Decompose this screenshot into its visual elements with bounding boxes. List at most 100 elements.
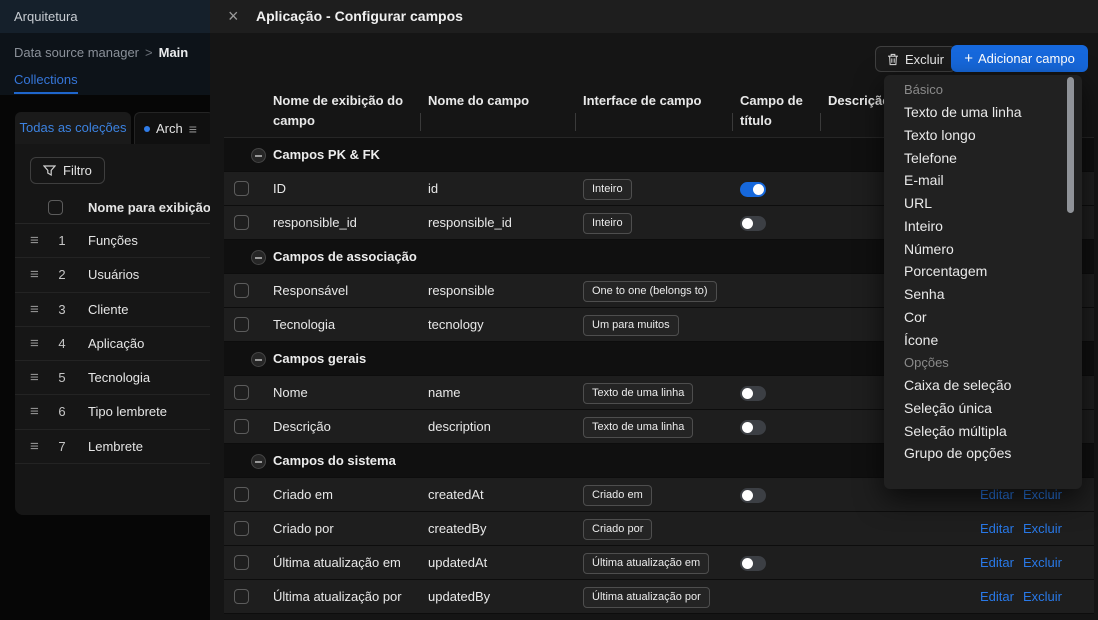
edit-link[interactable]: Editar: [980, 589, 1014, 604]
dropdown-scrollbar[interactable]: [1067, 77, 1074, 213]
dropdown-item[interactable]: Senha: [884, 283, 1082, 306]
tab-all-collections[interactable]: Todas as coleções: [15, 112, 131, 144]
row-number: 5: [55, 361, 69, 395]
row-checkbox[interactable]: [234, 487, 249, 502]
plus-icon: +: [964, 51, 973, 66]
title-field-toggle[interactable]: [740, 182, 766, 197]
field-row[interactable]: Criado por createdBy Criado por EditarEx…: [224, 512, 1094, 546]
title-field-toggle[interactable]: [740, 556, 766, 571]
select-all-checkbox[interactable]: [48, 200, 63, 215]
field-name: createdAt: [428, 478, 484, 512]
drag-handle-icon[interactable]: ≡: [30, 293, 39, 327]
field-name: tecnology: [428, 308, 484, 342]
dropdown-item[interactable]: Cor: [884, 306, 1082, 329]
drag-handle-icon[interactable]: ≡: [30, 224, 39, 258]
drag-handle-icon[interactable]: ≡: [30, 430, 39, 464]
dropdown-item[interactable]: Seleção múltipla: [884, 419, 1082, 442]
edit-link[interactable]: Editar: [980, 521, 1014, 536]
menu-icon[interactable]: ≡: [189, 121, 197, 137]
row-checkbox[interactable]: [234, 215, 249, 230]
dropdown-item[interactable]: Grupo de opções: [884, 442, 1082, 465]
collapse-icon[interactable]: [251, 250, 266, 265]
column-divider[interactable]: [732, 113, 733, 131]
delete-button-label: Excluir: [905, 52, 944, 67]
field-row[interactable]: Última atualização por updatedBy Última …: [224, 580, 1094, 614]
column-divider[interactable]: [575, 113, 576, 131]
title-field-toggle[interactable]: [740, 488, 766, 503]
collections-list-header: Nome para exibição d: [15, 192, 210, 224]
list-item[interactable]: ≡7Lembrete: [15, 430, 210, 464]
row-checkbox[interactable]: [234, 283, 249, 298]
row-checkbox[interactable]: [234, 589, 249, 604]
breadcrumb-section[interactable]: Data source manager: [14, 45, 139, 60]
collection-name: Usuários: [88, 258, 139, 292]
dropdown-item[interactable]: Número: [884, 237, 1082, 260]
row-delete-link[interactable]: Excluir: [1023, 555, 1062, 570]
drag-handle-icon[interactable]: ≡: [30, 258, 39, 292]
field-type-dropdown: Básico Texto de uma linha Texto longo Te…: [884, 75, 1082, 489]
row-delete-link[interactable]: Excluir: [1023, 521, 1062, 536]
row-checkbox[interactable]: [234, 317, 249, 332]
column-divider[interactable]: [820, 113, 821, 131]
collapse-icon[interactable]: [251, 148, 266, 163]
breadcrumb-current: Main: [159, 45, 189, 60]
collection-name: Tecnologia: [88, 361, 150, 395]
column-divider[interactable]: [420, 113, 421, 131]
collection-name: Lembrete: [88, 430, 143, 464]
row-checkbox[interactable]: [234, 385, 249, 400]
modal-header: × Aplicação - Configurar campos: [210, 0, 1098, 33]
tab-collections[interactable]: Collections: [14, 72, 78, 87]
list-item[interactable]: ≡6Tipo lembrete: [15, 395, 210, 429]
dropdown-section-header: Opções: [884, 351, 1082, 374]
dropdown-item[interactable]: Inteiro: [884, 215, 1082, 238]
list-item[interactable]: ≡ 5 Tecnologia: [15, 361, 210, 395]
row-checkbox[interactable]: [234, 521, 249, 536]
field-display-name: Última atualização em: [273, 546, 401, 580]
close-icon[interactable]: ×: [228, 0, 239, 33]
list-item[interactable]: ≡1Funções: [15, 224, 210, 258]
list-item[interactable]: ≡4Aplicação: [15, 327, 210, 361]
row-checkbox[interactable]: [234, 419, 249, 434]
delete-button[interactable]: Excluir: [875, 46, 956, 72]
add-field-button[interactable]: + Adicionar campo: [951, 45, 1088, 72]
list-item[interactable]: ≡2Usuários: [15, 258, 210, 292]
add-field-label: Adicionar campo: [978, 51, 1075, 66]
drag-handle-icon[interactable]: ≡: [30, 327, 39, 361]
dropdown-item[interactable]: Ícone: [884, 328, 1082, 351]
field-row[interactable]: Última atualização em updatedAt Última a…: [224, 546, 1094, 580]
dropdown-item[interactable]: URL: [884, 192, 1082, 215]
row-checkbox[interactable]: [234, 181, 249, 196]
dropdown-item[interactable]: Texto longo: [884, 124, 1082, 147]
collapse-icon[interactable]: [251, 454, 266, 469]
dropdown-item[interactable]: Telefone: [884, 146, 1082, 169]
toggle-knob: [742, 218, 753, 229]
row-number: 1: [55, 224, 69, 258]
dropdown-section-header: Básico: [884, 78, 1082, 101]
edit-link[interactable]: Editar: [980, 555, 1014, 570]
title-field-toggle[interactable]: [740, 420, 766, 435]
row-delete-link[interactable]: Excluir: [1023, 589, 1062, 604]
field-name: updatedAt: [428, 546, 487, 580]
dropdown-item[interactable]: E-mail: [884, 169, 1082, 192]
dropdown-item[interactable]: Porcentagem: [884, 260, 1082, 283]
app-title: Arquitetura: [14, 0, 78, 33]
app-subheader: Data source manager>Main Collections: [0, 33, 210, 95]
screen: Arquitetura Data source manager>Main Col…: [0, 0, 1098, 620]
collapse-icon[interactable]: [251, 352, 266, 367]
drag-handle-icon[interactable]: ≡: [30, 395, 39, 429]
row-checkbox[interactable]: [234, 555, 249, 570]
dropdown-item[interactable]: Texto de uma linha: [884, 101, 1082, 124]
row-delete-link[interactable]: Excluir: [1023, 487, 1062, 502]
active-tab-indicator: [14, 92, 78, 94]
edit-link[interactable]: Editar: [980, 487, 1014, 502]
tab-arch[interactable]: Arch ≡: [134, 112, 210, 144]
field-display-name: Descrição: [273, 410, 331, 444]
filter-button[interactable]: Filtro: [30, 157, 105, 184]
title-field-toggle[interactable]: [740, 386, 766, 401]
list-item[interactable]: ≡3Cliente: [15, 293, 210, 327]
drag-handle-icon[interactable]: ≡: [30, 361, 39, 395]
dropdown-item[interactable]: Seleção única: [884, 397, 1082, 420]
title-field-toggle[interactable]: [740, 216, 766, 231]
field-display-name: Última atualização por: [273, 580, 402, 614]
dropdown-item[interactable]: Caixa de seleção: [884, 374, 1082, 397]
